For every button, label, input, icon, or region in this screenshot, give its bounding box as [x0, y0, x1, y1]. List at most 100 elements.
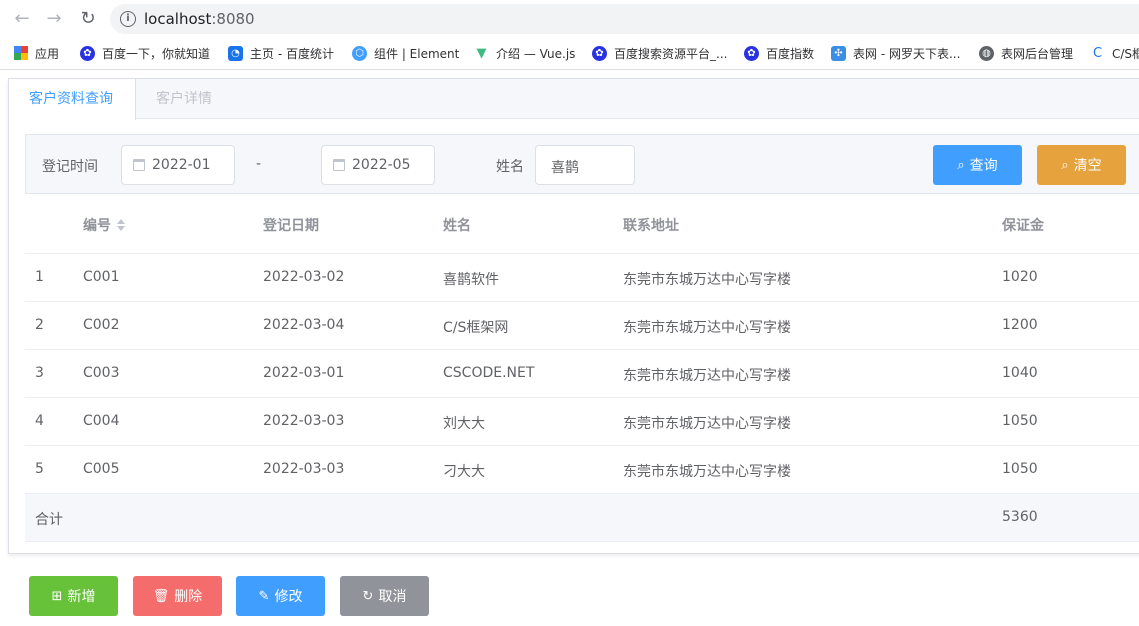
- cell-code: C004: [83, 413, 120, 429]
- bookmark-cs[interactable]: C C/S框: [1090, 42, 1139, 64]
- edit-button[interactable]: ✎ 修改: [236, 576, 325, 616]
- app-area: 客户资料查询 客户详情 登记时间 2022-01 - 2022-05 姓名 喜鹊…: [0, 71, 1139, 626]
- bookmark-biaowang-admin[interactable]: ◍ 表网后台管理: [979, 42, 1073, 64]
- cell-code: C002: [83, 317, 120, 333]
- sort-icon[interactable]: [117, 219, 125, 231]
- cell-address: 东莞市东城万达中心写字楼: [623, 416, 791, 432]
- cell-address: 东莞市东城万达中心写字楼: [623, 464, 791, 480]
- bookmark-baidu[interactable]: ✿ 百度一下，你就知道: [80, 42, 210, 64]
- column-header-name: 姓名: [443, 218, 471, 234]
- bookmark-baidu-tongji[interactable]: ◔ 主页 - 百度统计: [228, 42, 334, 64]
- row-index: 2: [35, 317, 44, 333]
- vue-icon: ▼: [476, 45, 487, 61]
- column-header-deposit: 保证金: [1002, 218, 1044, 234]
- cell-name: 刁大大: [443, 464, 485, 480]
- trash-icon: 🗑: [152, 588, 170, 604]
- refresh-icon: ↻: [362, 588, 374, 604]
- address-bar[interactable]: i localhost:8080: [110, 4, 1139, 34]
- calendar-icon: [333, 159, 345, 171]
- row-index: 3: [35, 365, 44, 381]
- back-arrow-icon[interactable]: ←: [12, 9, 32, 29]
- baidu-paw-icon: ✿: [592, 45, 607, 61]
- table-row[interactable]: 2 C002 2022-03-04 C/S框架网 东莞市东城万达中心写字楼 12…: [25, 302, 1139, 350]
- action-bar: ⊞ 新增 🗑 删除 ✎ 修改 ↻ 取消: [0, 570, 1139, 626]
- info-icon[interactable]: i: [120, 11, 136, 27]
- search-icon: ⌕: [957, 157, 965, 173]
- cell-date: 2022-03-02: [263, 269, 345, 285]
- date-from-value: 2022-01: [152, 157, 211, 173]
- bookmark-biaowang[interactable]: ✣ 表网 - 网罗天下表...: [831, 42, 960, 64]
- cell-date: 2022-03-04: [263, 317, 345, 333]
- cell-address: 东莞市东城万达中心写字楼: [623, 368, 791, 384]
- cell-name: CSCODE.NET: [443, 365, 535, 381]
- cell-code: C001: [83, 269, 120, 285]
- bookmark-apps[interactable]: 应用: [14, 42, 59, 64]
- search-icon: ⌕: [1061, 157, 1069, 173]
- clear-button[interactable]: ⌕ 清空: [1037, 145, 1126, 185]
- table-header: 编号 登记日期 姓名 联系地址 保证金: [25, 194, 1139, 254]
- table-row[interactable]: 1 C001 2022-03-02 喜鹊软件 东莞市东城万达中心写字楼 1020: [25, 254, 1139, 302]
- biaowang-icon: ✣: [831, 45, 846, 61]
- search-panel: 登记时间 2022-01 - 2022-05 姓名 喜鹊 ⌕ 查询 ⌕ 清空: [25, 134, 1139, 194]
- bookmark-vue[interactable]: ▼ 介绍 — Vue.js: [474, 42, 576, 64]
- forward-arrow-icon[interactable]: →: [44, 9, 64, 29]
- baidu-tongji-icon: ◔: [228, 45, 243, 61]
- date-to-picker[interactable]: 2022-05: [321, 145, 435, 185]
- bookmark-baidu-index[interactable]: ✿ 百度指数: [744, 42, 814, 64]
- query-button[interactable]: ⌕ 查询: [933, 145, 1022, 185]
- cell-address: 东莞市东城万达中心写字楼: [623, 320, 791, 336]
- cell-date: 2022-03-03: [263, 461, 345, 477]
- bookmark-element[interactable]: ⬡ 组件 | Element: [352, 42, 459, 64]
- browser-chrome: ← → ↻ i localhost:8080 应用 ✿ 百度一下，你就知道 ◔ …: [0, 0, 1139, 70]
- cell-name: 喜鹊软件: [443, 272, 499, 288]
- tab-customer-detail[interactable]: 客户详情: [136, 79, 232, 119]
- cell-name: C/S框架网: [443, 320, 509, 336]
- bookmark-baidu-ziyuan[interactable]: ✿ 百度搜索资源平台_...: [592, 42, 727, 64]
- cell-deposit: 1020: [1002, 269, 1038, 285]
- delete-button[interactable]: 🗑 删除: [133, 576, 222, 616]
- apps-grid-icon: [14, 46, 28, 60]
- table-summary-row: 合计 5360: [25, 494, 1139, 542]
- cell-name: 刘大大: [443, 416, 485, 432]
- name-input[interactable]: 喜鹊: [535, 145, 635, 185]
- globe-icon: ◍: [979, 45, 994, 61]
- table-row[interactable]: 3 C003 2022-03-01 CSCODE.NET 东莞市东城万达中心写字…: [25, 350, 1139, 398]
- add-button[interactable]: ⊞ 新增: [29, 576, 118, 616]
- tab-customer-query[interactable]: 客户资料查询: [9, 79, 136, 120]
- row-index: 4: [35, 413, 44, 429]
- cell-code: C005: [83, 461, 120, 477]
- column-header-date: 登记日期: [263, 218, 319, 234]
- date-from-picker[interactable]: 2022-01: [121, 145, 235, 185]
- column-header-address: 联系地址: [623, 218, 679, 234]
- cell-address: 东莞市东城万达中心写字楼: [623, 272, 791, 288]
- reload-icon[interactable]: ↻: [78, 9, 98, 29]
- cell-deposit: 1050: [1002, 461, 1038, 477]
- tabs-card: 客户资料查询 客户详情 登记时间 2022-01 - 2022-05 姓名 喜鹊…: [8, 78, 1139, 554]
- element-icon: ⬡: [352, 45, 367, 61]
- calendar-icon: [133, 159, 145, 171]
- row-index: 1: [35, 269, 44, 285]
- table-row[interactable]: 4 C004 2022-03-03 刘大大 东莞市东城万达中心写字楼 1050: [25, 398, 1139, 446]
- summary-total: 5360: [1002, 509, 1038, 525]
- cell-date: 2022-03-01: [263, 365, 345, 381]
- baidu-paw-icon: ✿: [744, 45, 759, 61]
- register-time-label: 登记时间: [42, 159, 98, 175]
- cell-deposit: 1200: [1002, 317, 1038, 333]
- summary-label: 合计: [35, 512, 63, 528]
- name-label: 姓名: [496, 159, 524, 175]
- date-range-separator: -: [256, 156, 262, 172]
- date-to-value: 2022-05: [352, 157, 411, 173]
- cell-deposit: 1050: [1002, 413, 1038, 429]
- add-document-icon: ⊞: [51, 588, 63, 604]
- cell-deposit: 1040: [1002, 365, 1038, 381]
- baidu-paw-icon: ✿: [80, 45, 95, 61]
- cancel-button[interactable]: ↻ 取消: [340, 576, 429, 616]
- cell-code: C003: [83, 365, 120, 381]
- table-row[interactable]: 5 C005 2022-03-03 刁大大 东莞市东城万达中心写字楼 1050: [25, 446, 1139, 494]
- cs-icon: C: [1092, 45, 1103, 61]
- tab-header: 客户资料查询 客户详情: [9, 79, 1139, 120]
- bookmarks-bar: 应用 ✿ 百度一下，你就知道 ◔ 主页 - 百度统计 ⬡ 组件 | Elemen…: [0, 40, 1139, 66]
- edit-pencil-icon: ✎: [258, 588, 270, 604]
- column-header-code[interactable]: 编号: [83, 215, 125, 235]
- url-text[interactable]: localhost:8080: [144, 10, 255, 28]
